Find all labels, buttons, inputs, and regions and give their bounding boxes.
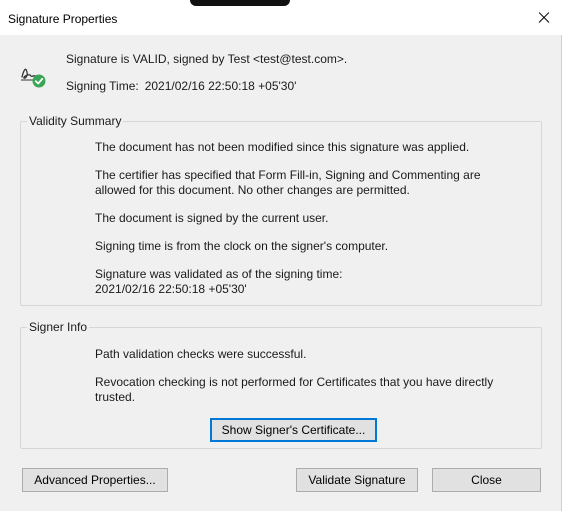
validate-signature-button[interactable]: Validate Signature [296, 468, 418, 492]
signing-time-label: Signing Time: [66, 79, 139, 93]
validity-summary-label: Validity Summary [27, 114, 124, 128]
signing-time: Signing Time: 2021/02/16 22:50:18 +05'30' [66, 79, 296, 93]
validity-item: 2021/02/16 22:50:18 +05'30' [95, 282, 247, 296]
signer-info-group: Signer Info Path validation checks were … [20, 320, 542, 449]
signer-info-label: Signer Info [27, 320, 90, 334]
signature-status: Signature is VALID, signed by Test <test… [66, 52, 348, 66]
close-button[interactable]: Close [432, 468, 541, 492]
validity-item: Signature was validated as of the signin… [95, 267, 343, 281]
title-bar: Signature Properties [0, 0, 562, 35]
signing-time-value: 2021/02/16 22:50:18 +05'30' [144, 79, 297, 93]
validity-item: The document is signed by the current us… [95, 211, 329, 225]
validity-item: Signing time is from the clock on the si… [95, 239, 389, 253]
signer-info-item: Revocation checking is not performed for… [95, 375, 494, 404]
show-certificate-button[interactable]: Show Signer's Certificate... [210, 418, 377, 442]
close-icon[interactable] [532, 6, 556, 30]
advanced-properties-button[interactable]: Advanced Properties... [22, 468, 168, 492]
validity-item: The certifier has specified that Form Fi… [95, 168, 481, 197]
validity-summary-group: Validity Summary The document has not be… [20, 114, 542, 306]
signature-valid-icon [21, 68, 46, 88]
background-logo-fragment [190, 0, 290, 6]
dialog-title: Signature Properties [8, 12, 118, 26]
validity-item: The document has not been modified since… [95, 140, 470, 154]
signature-properties-dialog: Signature Properties Signature is VALID,… [0, 0, 562, 511]
signer-info-item: Path validation checks were successful. [95, 347, 307, 361]
